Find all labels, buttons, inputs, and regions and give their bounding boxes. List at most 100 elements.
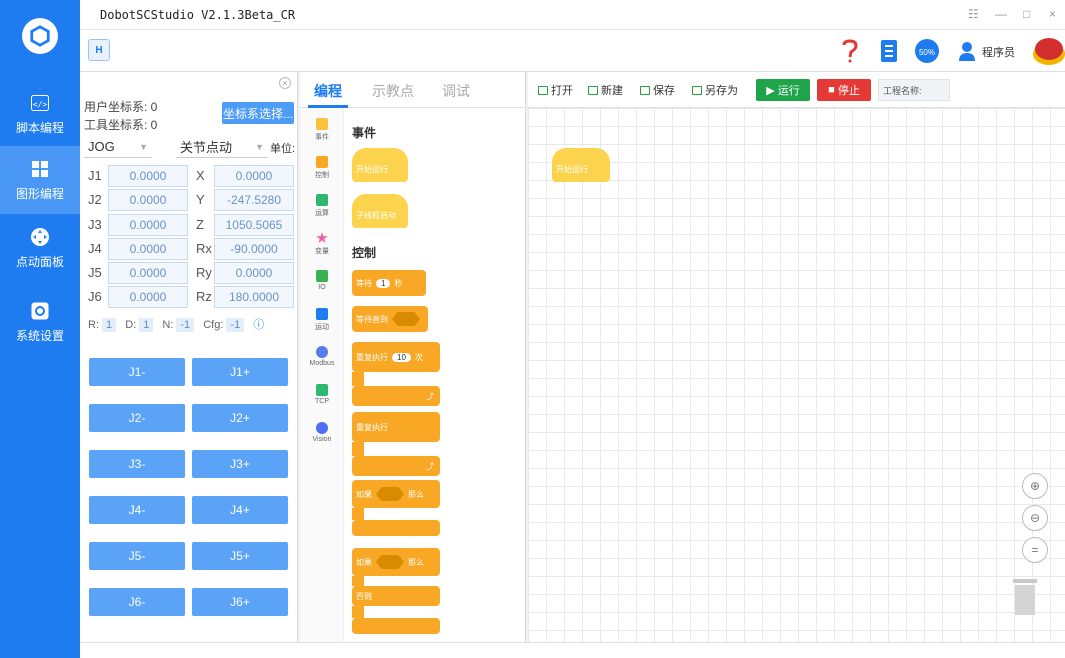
coord-select-button[interactable]: 坐标系选择...: [222, 102, 294, 124]
category-io[interactable]: IO: [300, 270, 344, 291]
nav-item-script[interactable]: </> 脚本编程: [0, 80, 80, 148]
log-icon[interactable]: [876, 38, 902, 64]
nav-item-graphic[interactable]: 图形编程: [0, 146, 80, 214]
code-icon: </>: [30, 93, 50, 113]
category-label: 运算: [315, 210, 329, 217]
chip-icon: [316, 270, 328, 282]
block-input[interactable]: 10: [392, 352, 411, 362]
jog-j2-plus-button[interactable]: J2+: [192, 404, 288, 432]
left-nav: </> 脚本编程 图形编程 点动面板 系统设置: [0, 0, 80, 658]
category-control[interactable]: 控制: [300, 156, 344, 180]
jog-j4-minus-button[interactable]: J4-: [89, 496, 185, 524]
block-subthread-start[interactable]: 子线程启动: [352, 194, 408, 228]
info-icon[interactable]: ⓘ: [253, 319, 264, 331]
jog-j5-plus-button[interactable]: J5+: [192, 542, 288, 570]
joint-label: J5: [88, 265, 102, 280]
d-value: 1: [139, 318, 154, 332]
status-bar: [80, 642, 1065, 658]
maximize-button[interactable]: □: [1023, 7, 1030, 21]
panel-close-icon[interactable]: ×: [279, 77, 291, 89]
new-file-icon: [588, 85, 598, 95]
save-as-button[interactable]: 另存为: [692, 82, 738, 98]
stop-button[interactable]: ■ 停止: [817, 79, 871, 101]
block-input[interactable]: 1: [376, 278, 391, 288]
jog-j3-plus-button[interactable]: J3+: [192, 450, 288, 478]
button-label: 另存为: [705, 85, 738, 97]
d-label: D:: [125, 319, 137, 331]
trash-icon[interactable]: [1011, 577, 1039, 617]
button-label: 保存: [653, 85, 675, 97]
jog-mode-select[interactable]: 关节点动 ▼: [176, 136, 268, 158]
zoom-in-button[interactable]: ⊕: [1022, 473, 1048, 499]
n-value: -1: [176, 318, 195, 332]
coord-row: J4 0.0000 Rx -90.0000: [86, 238, 296, 260]
condition-slot[interactable]: [392, 312, 420, 326]
block-forever[interactable]: 重复执行: [352, 412, 440, 442]
jog-j3-minus-button[interactable]: J3-: [89, 450, 185, 478]
blocks-panel: 编程 示教点 调试 事件 控制 运算 变量 IO 运动 Modbus TCP V…: [300, 72, 526, 642]
category-label: TCP: [315, 398, 329, 405]
joint-label: J2: [88, 192, 102, 207]
open-button[interactable]: 打开: [538, 82, 573, 98]
jog-j1-plus-button[interactable]: J1+: [192, 358, 288, 386]
mode-select[interactable]: JOG ▼: [84, 136, 152, 158]
category-variables[interactable]: 变量: [300, 232, 344, 256]
category-modbus[interactable]: Modbus: [300, 346, 344, 367]
condition-slot[interactable]: [376, 487, 404, 501]
block-repeat[interactable]: 重复执行 10 次: [352, 342, 440, 372]
category-label: Vision: [312, 436, 332, 443]
zoom-out-button[interactable]: ⊖: [1022, 505, 1048, 531]
category-tcp[interactable]: TCP: [300, 384, 344, 405]
jog-j5-minus-button[interactable]: J5-: [89, 542, 185, 570]
run-button[interactable]: ▶ 运行: [756, 79, 810, 101]
block-start-run[interactable]: 开始运行: [352, 148, 408, 182]
pin-icon[interactable]: ☷: [968, 7, 979, 21]
minimize-button[interactable]: —: [995, 7, 1007, 21]
nav-item-jog-panel[interactable]: 点动面板: [0, 214, 80, 282]
category-events[interactable]: 事件: [300, 118, 344, 142]
speed-icon[interactable]: 50%: [914, 38, 940, 64]
nav-item-settings[interactable]: 系统设置: [0, 288, 80, 356]
joint-label: J3: [88, 217, 102, 232]
coord-row: J6 0.0000 Rz 180.0000: [86, 286, 296, 308]
save-icon: [640, 85, 650, 95]
category-motion[interactable]: 运动: [300, 308, 344, 332]
jog-j1-minus-button[interactable]: J1-: [89, 358, 185, 386]
section-events: 事件: [352, 126, 377, 140]
workspace-canvas[interactable]: 打开 新建 保存 另存为 ▶ 运行 ■ 停止 工程名称: 开始运行 ⊕ ⊖ =: [528, 72, 1065, 642]
block-label: 秒: [394, 278, 403, 288]
tab-debug[interactable]: 调试: [442, 81, 470, 101]
jog-j6-minus-button[interactable]: J6-: [89, 588, 185, 616]
category-operators[interactable]: 运算: [300, 194, 344, 218]
condition-slot[interactable]: [376, 555, 404, 569]
new-button[interactable]: 新建: [588, 82, 623, 98]
block-wait-until[interactable]: 等待直到: [352, 306, 428, 332]
home-button[interactable]: H: [88, 39, 110, 61]
cartesian-label: Y: [196, 192, 205, 207]
jog-j6-plus-button[interactable]: J6+: [192, 588, 288, 616]
block-label: 次: [414, 352, 423, 362]
user-role[interactable]: 程序员: [982, 44, 1015, 60]
project-name-field[interactable]: 工程名称:: [878, 79, 950, 101]
block-wait[interactable]: 等待 1 秒: [352, 270, 426, 296]
category-vision[interactable]: Vision: [300, 422, 344, 443]
cartesian-value: -247.5280: [214, 189, 294, 211]
jog-j4-plus-button[interactable]: J4+: [192, 496, 288, 524]
canvas-start-block[interactable]: 开始运行: [552, 148, 610, 182]
cartesian-value: 180.0000: [214, 286, 294, 308]
category-label: 事件: [315, 134, 329, 141]
jog-j2-minus-button[interactable]: J2-: [89, 404, 185, 432]
robot-panel: × 用户坐标系: 0 工具坐标系: 0 坐标系选择... JOG ▼ 关节点动 ▼ …: [80, 72, 298, 642]
close-button[interactable]: ×: [1049, 7, 1056, 21]
tab-teach-points[interactable]: 示教点: [372, 81, 414, 101]
zoom-reset-button[interactable]: =: [1022, 537, 1048, 563]
save-button[interactable]: 保存: [640, 82, 675, 98]
help-icon[interactable]: [837, 38, 863, 64]
emergency-stop-icon[interactable]: [1032, 34, 1065, 68]
joint-value: 0.0000: [108, 214, 188, 236]
block-if-else[interactable]: 如果 那么: [352, 548, 440, 576]
tab-programming[interactable]: 编程: [314, 81, 342, 101]
speed-badge: 50%: [919, 48, 935, 57]
block-if[interactable]: 如果 那么: [352, 480, 440, 508]
cartesian-label: Rx: [196, 241, 212, 256]
